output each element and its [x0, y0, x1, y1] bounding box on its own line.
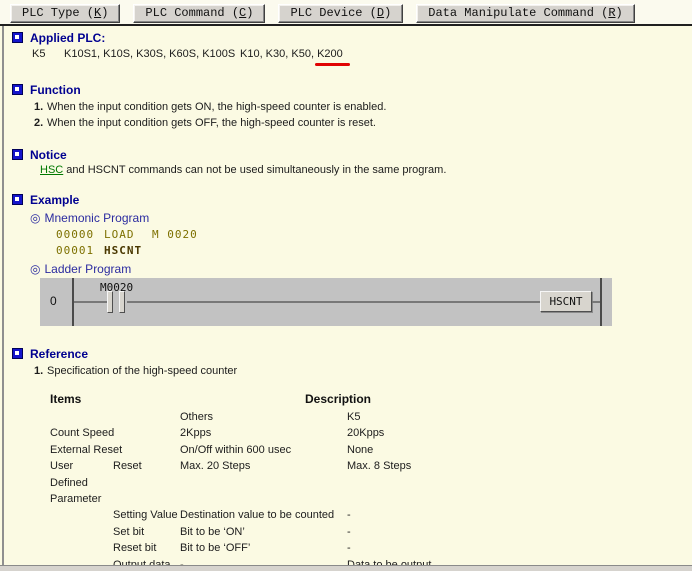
spec-table: Items Description OthersK5 Count Speed 2Kp…	[50, 392, 680, 566]
spec-table-cell	[113, 425, 180, 441]
ladder-wire	[74, 301, 107, 303]
spec-table-cell: On/Off within 600 usec	[180, 442, 347, 458]
spec-table-cell	[180, 491, 347, 507]
hsc-command-link[interactable]: HSC	[40, 164, 63, 176]
spec-table-cell: Set bit	[113, 524, 180, 540]
spec-table-cell: 20Kpps	[347, 425, 680, 441]
k200-red-underline-annotation	[315, 63, 350, 66]
window-bottom-edge	[0, 565, 692, 571]
button-label: PLC Command (C)	[145, 6, 253, 20]
plc-k200-highlighted: K200	[317, 46, 343, 62]
window-left-edge	[2, 26, 4, 566]
plc-group-1: K5	[32, 46, 64, 62]
spec-table-cell: Setting Value	[113, 507, 180, 523]
blue-square-icon	[12, 348, 23, 359]
plc-type-button[interactable]: PLC Type (K)	[10, 4, 120, 23]
contact-label: M0020	[100, 281, 133, 294]
spec-table-cell	[50, 507, 113, 523]
spec-table-cell: K5	[347, 409, 680, 425]
help-content: Applied PLC: K5K10S1, K10S, K30S, K60S, …	[0, 26, 692, 566]
applied-plc-list: K5K10S1, K10S, K30S, K60S, K100SK10, K30…	[32, 46, 684, 62]
help-window: PLC Type (K) PLC Command (C) PLC Device …	[0, 0, 692, 571]
spec-table-cell: -	[347, 524, 680, 540]
spec-table-cell: Reset bit	[113, 540, 180, 556]
spec-table-cell: Destination value to be counted	[180, 507, 347, 523]
spec-table-cell	[113, 442, 180, 458]
example-heading: Example	[12, 192, 684, 207]
spec-table-cell: User	[50, 458, 113, 474]
ladder-program-subheading: ◎ Ladder Program	[30, 261, 684, 276]
bullseye-icon: ◎	[30, 212, 40, 224]
heading-label: Example	[30, 193, 79, 207]
notice-heading: Notice	[12, 147, 684, 162]
function-item-1: 1.When the input condition gets ON, the …	[12, 99, 684, 115]
spec-table-cell: Reset	[113, 458, 180, 474]
plc-group-3-prefix: K10, K30, K50,	[240, 48, 317, 60]
plc-group-2: K10S1, K10S, K30S, K60S, K100S	[64, 46, 240, 62]
blue-square-icon	[12, 32, 23, 43]
spec-table-header: Items Description	[50, 392, 680, 409]
button-label: Data Manipulate Command (R)	[428, 6, 622, 20]
spec-table-cell: Parameter	[50, 491, 113, 507]
ladder-diagram: 0 M0020 HSCNT	[40, 278, 612, 326]
ladder-right-rail	[600, 278, 602, 326]
spec-table-cell	[180, 475, 347, 491]
button-label: PLC Device (D)	[290, 6, 391, 20]
rung-number: 0	[50, 294, 57, 308]
spec-table-cell	[113, 491, 180, 507]
bullseye-icon: ◎	[30, 263, 40, 275]
function-heading: Function	[12, 82, 684, 97]
ladder-wire	[592, 301, 600, 303]
spec-table-cell: Others	[180, 409, 347, 425]
mnemonic-line-2: 00001HSCNT	[56, 243, 684, 259]
contact-bar	[119, 291, 125, 313]
contact-bar	[107, 291, 113, 313]
header-items: Items	[50, 392, 81, 406]
spec-table-rows: OthersK5 Count Speed 2Kpps20Kpps External R…	[50, 409, 680, 566]
spec-table-cell: Defined	[50, 475, 113, 491]
button-label: PLC Type (K)	[22, 6, 108, 20]
notice-text: HSC and HSCNT commands can not be used s…	[40, 162, 684, 178]
spec-table-cell	[50, 524, 113, 540]
toolbar: PLC Type (K) PLC Command (C) PLC Device …	[0, 0, 692, 26]
plc-command-button[interactable]: PLC Command (C)	[133, 4, 265, 23]
reference-item-1: 1.Specification of the high-speed counte…	[12, 363, 684, 379]
function-item-2: 2.When the input condition gets OFF, the…	[12, 115, 684, 131]
heading-label: Notice	[30, 148, 67, 162]
hscnt-output-box: HSCNT	[540, 291, 592, 312]
blue-square-icon	[12, 194, 23, 205]
spec-table-cell	[347, 475, 680, 491]
spec-table-cell: Max. 8 Steps	[347, 458, 680, 474]
blue-square-icon	[12, 149, 23, 160]
spec-table-cell	[113, 409, 180, 425]
spec-table-cell	[50, 409, 113, 425]
spec-table-cell: Max. 20 Steps	[180, 458, 347, 474]
spec-table-cell: Count Speed	[50, 425, 113, 441]
spec-table-cell	[113, 475, 180, 491]
applied-plc-heading: Applied PLC:	[12, 30, 684, 45]
mnemonic-program-subheading: ◎ Mnemonic Program	[30, 210, 684, 225]
data-manipulate-command-button[interactable]: Data Manipulate Command (R)	[416, 4, 634, 23]
heading-label: Function	[30, 83, 81, 97]
spec-table-cell: External Reset	[50, 442, 113, 458]
heading-label: Applied PLC:	[30, 31, 105, 45]
header-description: Description	[305, 392, 371, 406]
spec-table-cell: None	[347, 442, 680, 458]
spec-table-cell: Bit to be ‘ON’	[180, 524, 347, 540]
spec-table-cell	[50, 540, 113, 556]
reference-heading: Reference	[12, 346, 684, 361]
ladder-wire	[127, 301, 540, 303]
spec-table-cell: -	[347, 540, 680, 556]
spec-table-cell: Bit to be ‘OFF’	[180, 540, 347, 556]
plc-device-button[interactable]: PLC Device (D)	[278, 4, 403, 23]
spec-table-cell: -	[347, 507, 680, 523]
heading-label: Reference	[30, 347, 88, 361]
spec-table-cell: 2Kpps	[180, 425, 347, 441]
blue-square-icon	[12, 84, 23, 95]
mnemonic-line-1: 00000LOADM 0020	[56, 227, 684, 243]
spec-table-cell	[347, 491, 680, 507]
